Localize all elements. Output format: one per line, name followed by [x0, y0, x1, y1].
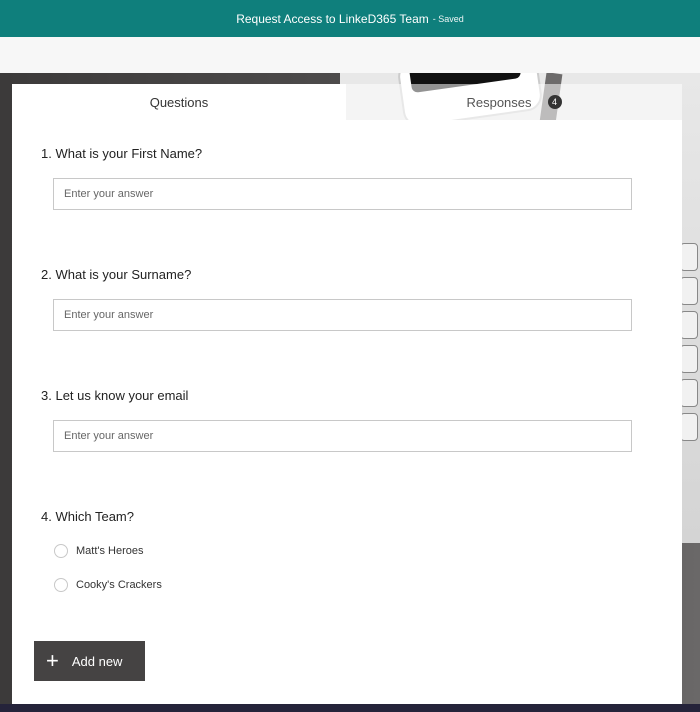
- toolbar-area: [0, 37, 700, 73]
- team-option-cookys-crackers[interactable]: Cooky's Crackers: [54, 578, 162, 592]
- plus-icon: +: [46, 648, 59, 673]
- surname-input[interactable]: [53, 299, 632, 331]
- save-status: - Saved: [432, 13, 464, 24]
- first-name-input[interactable]: [53, 178, 632, 210]
- form-title: Request Access to LinkeD365 Team: [236, 11, 429, 26]
- tab-bar: Questions Responses 4: [12, 84, 682, 120]
- question-3-title: 3. Let us know your email: [41, 388, 189, 403]
- question-2-title: 2. What is your Surname?: [41, 267, 192, 282]
- question-4-title: 4. Which Team?: [41, 509, 134, 524]
- tab-responses[interactable]: Responses 4: [346, 84, 682, 120]
- tab-questions[interactable]: Questions: [12, 84, 346, 120]
- option-label: Matt's Heroes: [76, 545, 144, 557]
- tab-questions-label: Questions: [149, 94, 209, 110]
- title-bar: Request Access to LinkeD365 Team - Saved: [0, 0, 700, 37]
- responses-count-badge: 4: [547, 95, 562, 109]
- option-label: Cooky's Crackers: [76, 579, 162, 591]
- team-option-matts-heroes[interactable]: Matt's Heroes: [54, 544, 144, 558]
- radio-button[interactable]: [54, 578, 68, 592]
- radio-button[interactable]: [54, 544, 68, 558]
- keyboard-image: [680, 243, 700, 463]
- question-1-title: 1. What is your First Name?: [41, 146, 203, 161]
- tab-responses-label: Responses: [466, 94, 532, 110]
- add-new-button[interactable]: + Add new: [34, 641, 145, 681]
- email-input[interactable]: [53, 420, 632, 452]
- add-new-label: Add new: [71, 653, 123, 669]
